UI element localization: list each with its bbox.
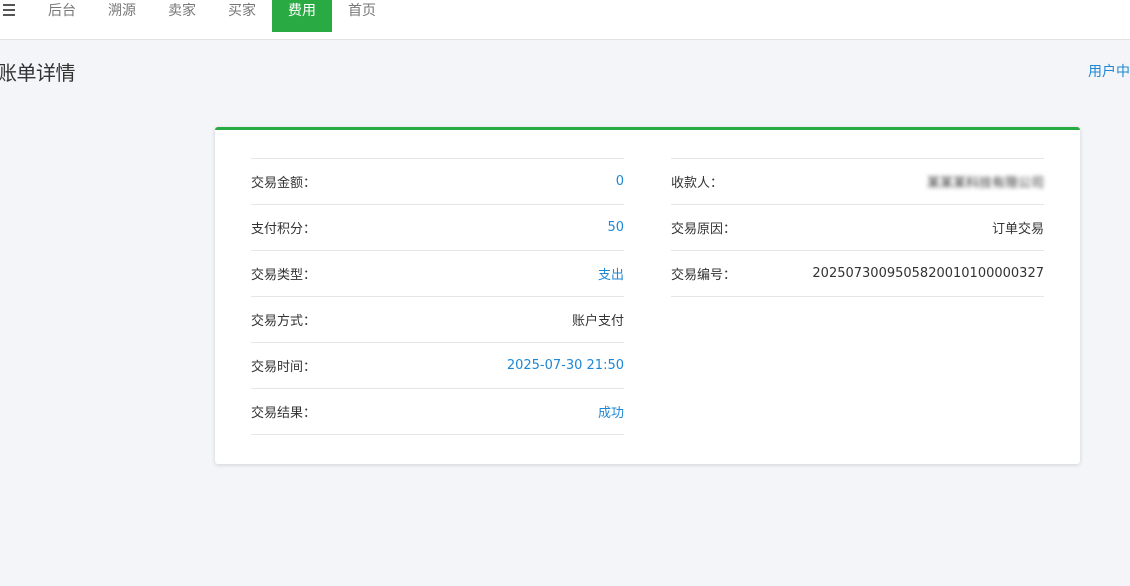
page-title: 账单详情 — [0, 61, 76, 85]
detail-value: 某某某科技有限公司 — [926, 176, 1044, 191]
detail-label: 交易结果： — [251, 406, 317, 421]
nav-item-admin[interactable]: 后台 — [32, 0, 92, 32]
detail-label: 交易方式： — [251, 314, 317, 329]
detail-value: 成功 — [597, 406, 624, 421]
detail-column-left: 交易金额： 0 支付积分： 50 交易类型： 支出 交易方式： 账户支付 交易时… — [251, 158, 624, 435]
detail-row-method: 交易方式： 账户支付 — [251, 297, 624, 343]
nav-item-seller[interactable]: 卖家 — [152, 0, 212, 32]
detail-row-points: 支付积分： 50 — [251, 205, 624, 251]
detail-label: 支付积分： — [251, 222, 317, 237]
detail-value: 50 — [607, 220, 624, 235]
detail-row-result: 交易结果： 成功 — [251, 389, 624, 435]
detail-row-payee: 收款人： 某某某科技有限公司 — [671, 159, 1044, 205]
detail-row-reason: 交易原因： 订单交易 — [671, 205, 1044, 251]
detail-label: 交易金额： — [251, 176, 317, 191]
nav-item-trace[interactable]: 溯源 — [92, 0, 152, 32]
detail-label: 交易时间： — [251, 360, 317, 375]
bill-detail-card: 交易金额： 0 支付积分： 50 交易类型： 支出 交易方式： 账户支付 交易时… — [215, 127, 1080, 464]
nav-item-buyer[interactable]: 买家 — [212, 0, 272, 32]
hamburger-menu-icon[interactable] — [3, 4, 17, 18]
detail-value: 账户支付 — [571, 314, 624, 329]
detail-label: 交易编号： — [671, 268, 737, 283]
detail-value: 订单交易 — [991, 222, 1044, 237]
detail-row-amount: 交易金额： 0 — [251, 159, 624, 205]
nav-item-fees[interactable]: 费用 — [272, 0, 332, 32]
detail-value: 0 — [615, 174, 624, 189]
detail-row-number: 交易编号： 20250730095058200101000003​27 — [671, 251, 1044, 297]
detail-row-time: 交易时间： 2025-07-30 21:50 — [251, 343, 624, 389]
detail-label: 收款人： — [671, 176, 724, 191]
detail-row-type: 交易类型： 支出 — [251, 251, 624, 297]
detail-value: 2025-07-30 21:50 — [506, 358, 624, 373]
detail-label: 交易类型： — [251, 268, 317, 283]
main-nav: 后台 溯源 卖家 买家 费用 首页 — [32, 0, 392, 32]
detail-value: 支出 — [597, 268, 624, 283]
user-center-link[interactable]: 用户中心 — [1088, 61, 1130, 81]
nav-item-home[interactable]: 首页 — [332, 0, 392, 32]
detail-label: 交易原因： — [671, 222, 737, 237]
detail-value: 20250730095058200101000003​27 — [812, 266, 1044, 281]
top-navbar: 后台 溯源 卖家 买家 费用 首页 — [0, 0, 1130, 40]
detail-column-right: 收款人： 某某某科技有限公司 交易原因： 订单交易 交易编号： 20250730… — [671, 158, 1044, 297]
